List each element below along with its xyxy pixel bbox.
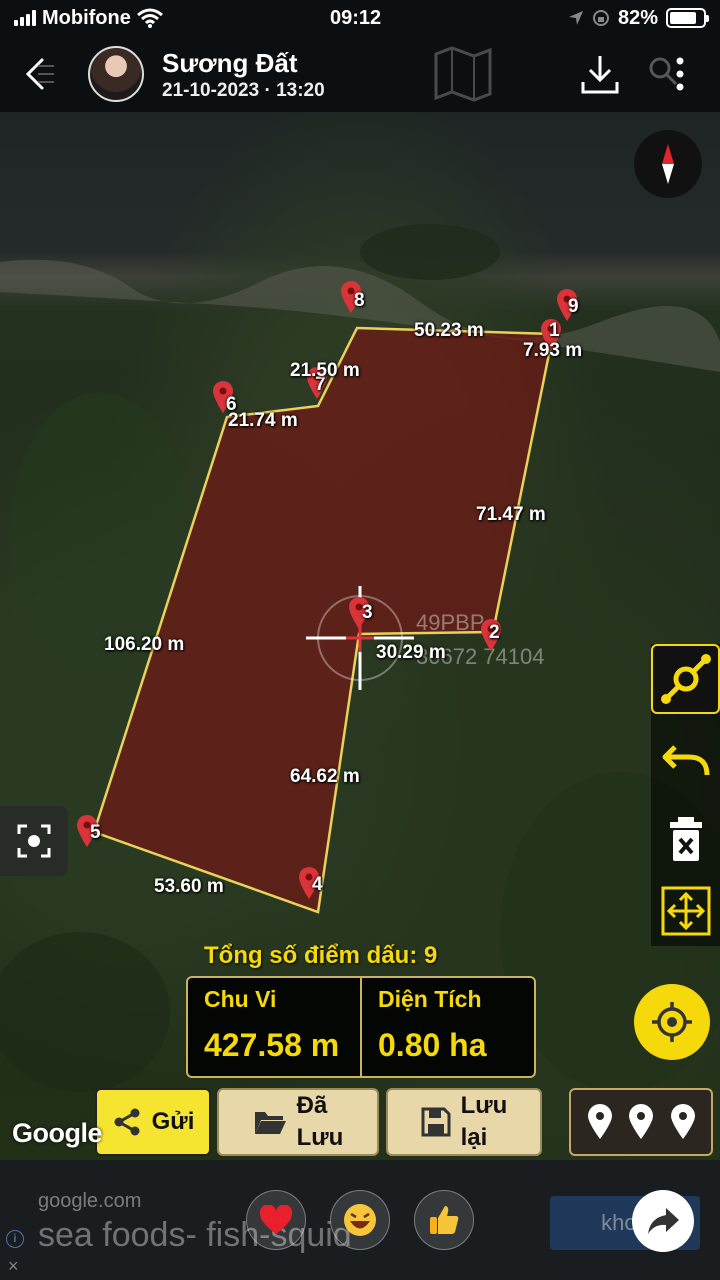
wifi-icon [136,8,163,28]
save-button[interactable]: Lưu lại [386,1088,542,1156]
drawing-toolbar [651,644,720,946]
save-label-line-1: Lưu [460,1092,508,1119]
like-reaction-button[interactable] [414,1190,474,1250]
avatar[interactable] [88,46,144,102]
expand-arrows-icon [661,886,710,936]
rotation-lock-icon [592,10,609,26]
laugh-reaction-button[interactable] [330,1190,390,1250]
undo-button[interactable] [651,724,720,794]
draw-line-tool[interactable] [651,644,720,714]
carrier-name: Mobifone [42,6,131,29]
marker-icon [587,1104,612,1139]
area-stat: Diện Tích 0.80 ha [360,978,534,1076]
distance-label: 50.23 m [414,320,484,341]
heart-icon [259,1205,293,1234]
marker-icon [670,1104,695,1139]
heart-reaction-button[interactable] [246,1190,306,1250]
ad-close-icon[interactable]: × [8,1256,19,1277]
show-markers-button[interactable] [569,1088,713,1156]
send-button[interactable]: Gửi [95,1088,211,1156]
share-icon [114,1108,140,1136]
total-points-label: Tổng số điểm dấu: 9 [204,942,438,969]
save-text: Lưu lại [461,1090,508,1154]
share-arrow-icon [648,1208,679,1234]
status-right: 82% [568,6,709,30]
fit-bounds-button[interactable] [651,876,720,946]
point-label-4: 4 [312,874,323,895]
delete-button[interactable] [651,804,720,874]
distance-label: 64.62 m [290,766,360,787]
polyline-icon [660,654,711,704]
point-label-5: 5 [90,822,101,843]
focus-frame-icon [17,824,51,858]
trash-icon [669,817,702,861]
saved-text: Đã Lưu [297,1090,344,1154]
compass-button[interactable] [634,130,702,198]
plus-code-line-1: 49PBP [416,610,485,635]
undo-icon [662,745,709,776]
saved-label-line-1: Đã [296,1092,328,1119]
area-label: Diện Tích [378,986,482,1012]
perimeter-label: Chu Vi [204,986,277,1012]
area-value: 0.80 ha [378,1027,487,1063]
point-label-2: 2 [489,622,500,643]
battery-icon [666,8,709,28]
saved-label-line-2: Lưu [296,1124,344,1151]
google-attribution: Google [12,1118,103,1148]
perimeter-stat: Chu Vi 427.58 m [188,978,360,1076]
map-view[interactable]: 49PBP 30672 74104 1 2 3 4 5 6 7 8 9 50.2… [0,112,720,1160]
marker-icon [629,1104,653,1139]
point-label-1: 1 [549,320,560,341]
focus-frame-button[interactable] [0,806,68,876]
status-left: Mobifone [14,7,163,30]
laughing-face-icon [344,1204,376,1236]
more-options-icon[interactable] [674,56,686,92]
status-bar: Mobifone 09:12 82% [0,0,720,36]
back-button[interactable] [18,54,54,94]
compass-icon [662,144,674,184]
save-label-line-2: lại [460,1124,488,1151]
ad-banner[interactable]: google.com sea foods- fish-squid i × kho… [0,1160,720,1280]
map-icon [434,46,492,102]
distance-label: 71.47 m [476,504,546,525]
ad-info-icon[interactable]: i [6,1230,24,1248]
point-label-9: 9 [568,296,579,317]
distance-label: 30.29 m [376,642,446,663]
saved-button[interactable]: Đã Lưu [217,1088,379,1156]
point-label-8: 8 [354,290,365,311]
distance-label: 21.50 m [290,360,360,381]
app-header: Sương Đất 21-10-2023 · 13:20 [0,36,720,112]
thumbs-up-icon [430,1206,459,1234]
clock: 09:12 [330,6,382,29]
battery-percent: 82% [617,6,658,29]
page-subtitle: 21-10-2023 · 13:20 [162,80,325,101]
distance-label: 53.60 m [154,876,224,897]
signal-icon [14,10,36,26]
location-arrow-icon [568,11,583,25]
floppy-disk-icon [421,1107,451,1137]
ad-domain: google.com [38,1190,142,1212]
page-title: Sương Đất [162,48,298,78]
target-icon [652,1002,692,1042]
my-location-button[interactable] [634,984,710,1060]
measurement-panel: Chu Vi 427.58 m Diện Tích 0.80 ha [186,976,536,1078]
send-label: Gửi [151,1108,195,1135]
download-icon[interactable] [580,52,620,96]
folder-icon [254,1112,286,1134]
point-label-3: 3 [362,602,373,623]
share-button[interactable] [632,1190,694,1252]
perimeter-value: 427.58 m [204,1027,340,1063]
distance-label: 21.74 m [228,410,298,431]
distance-label: 7.93 m [523,340,583,361]
distance-label: 106.20 m [104,634,185,655]
